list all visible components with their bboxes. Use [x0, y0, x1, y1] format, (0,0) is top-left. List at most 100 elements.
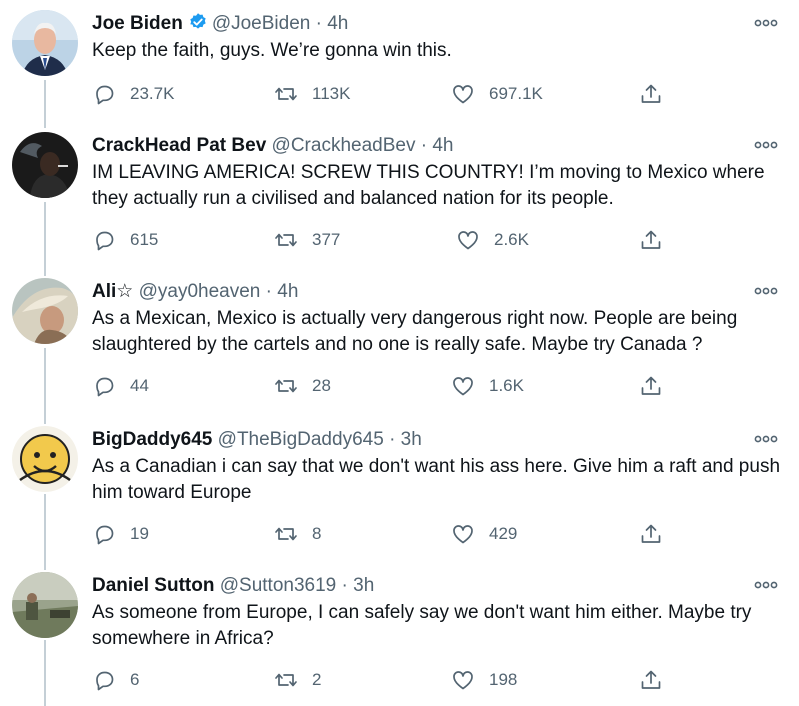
reply-count: 23.7K: [130, 84, 175, 103]
author-handle[interactable]: @yay0heaven: [139, 281, 261, 302]
tweet[interactable]: BigDaddy645 @TheBigDaddy645 · 3h As a Ca…: [0, 426, 799, 556]
tweet-text: Keep the faith, guys. We’re gonna win th…: [92, 40, 452, 61]
more-options-icon[interactable]: [754, 138, 778, 152]
avatar[interactable]: [12, 10, 78, 76]
more-options-icon[interactable]: [754, 284, 778, 298]
author-name[interactable]: Daniel Sutton: [92, 575, 214, 596]
like-button[interactable]: 1.6K: [451, 372, 524, 400]
author-name[interactable]: CrackHead Pat Bev: [92, 135, 266, 156]
retweet-count: 28: [312, 376, 331, 395]
timestamp[interactable]: 4h: [432, 135, 453, 156]
share-button[interactable]: [639, 520, 663, 548]
avatar[interactable]: [12, 132, 78, 198]
tweet-header: Joe Biden @JoeBiden · 4h: [92, 10, 348, 38]
more-options-icon[interactable]: [754, 578, 778, 592]
verified-badge-icon: [188, 12, 208, 32]
retweet-button[interactable]: 8: [274, 520, 321, 548]
like-count: 2.6K: [494, 230, 529, 249]
retweet-count: 8: [312, 524, 322, 543]
retweet-button[interactable]: 2: [274, 666, 321, 694]
avatar[interactable]: [12, 278, 78, 344]
reply-icon: [96, 671, 114, 691]
author-handle[interactable]: @Sutton3619: [220, 575, 337, 596]
share-icon: [641, 376, 661, 395]
author-handle[interactable]: @TheBigDaddy645: [218, 429, 384, 450]
reply-button[interactable]: 44: [92, 372, 149, 400]
tweet-header: BigDaddy645 @TheBigDaddy645 · 3h: [92, 426, 422, 454]
separator-dot: ·: [420, 135, 428, 156]
heart-icon: [453, 85, 473, 104]
avatar[interactable]: [12, 426, 78, 492]
tweet[interactable]: Ali☆ @yay0heaven · 4h As a Mexican, Mexi…: [0, 278, 799, 408]
share-button[interactable]: [639, 226, 663, 254]
reply-icon: [96, 377, 114, 397]
author-handle[interactable]: @CrackheadBev: [272, 135, 416, 156]
retweet-icon: [275, 233, 297, 247]
tweet[interactable]: Daniel Sutton @Sutton3619 · 3h As someon…: [0, 572, 799, 702]
share-icon: [641, 230, 661, 249]
share-button[interactable]: [639, 80, 663, 108]
tweet[interactable]: Joe Biden @JoeBiden · 4h Keep the faith, …: [0, 10, 799, 110]
retweet-button[interactable]: 28: [274, 372, 331, 400]
reply-icon: [96, 85, 114, 105]
like-button[interactable]: 198: [451, 666, 517, 694]
separator-dot: ·: [389, 429, 396, 450]
author-name[interactable]: Ali☆: [92, 281, 133, 302]
retweet-icon: [275, 673, 297, 687]
reply-button[interactable]: 6: [92, 666, 139, 694]
author-name[interactable]: Joe Biden: [92, 13, 183, 34]
retweet-button[interactable]: 377: [274, 226, 340, 254]
like-button[interactable]: 429: [451, 520, 517, 548]
reply-count: 615: [130, 230, 159, 249]
more-options-icon[interactable]: [754, 432, 778, 446]
like-count: 198: [489, 670, 518, 689]
share-button[interactable]: [639, 372, 663, 400]
avatar[interactable]: [12, 572, 78, 638]
retweet-icon: [275, 87, 297, 101]
timestamp[interactable]: 3h: [353, 575, 374, 596]
timestamp[interactable]: 4h: [277, 281, 298, 302]
action-bar: 23.7K 113K 697.1K: [92, 80, 692, 108]
tweet-header: Ali☆ @yay0heaven · 4h: [92, 278, 298, 306]
retweet-count: 2: [312, 670, 322, 689]
tweet[interactable]: CrackHead Pat Bev @CrackheadBev · 4h IM …: [0, 132, 799, 262]
separator-dot: ·: [341, 575, 348, 596]
separator-dot: ·: [265, 281, 272, 302]
retweet-button[interactable]: 113K: [274, 80, 350, 108]
reply-button[interactable]: 615: [92, 226, 158, 254]
tweet-header: CrackHead Pat Bev @CrackheadBev · 4h: [92, 132, 454, 160]
retweet-icon: [275, 379, 297, 393]
timestamp[interactable]: 3h: [401, 429, 422, 450]
reply-count: 6: [130, 670, 140, 689]
reply-button[interactable]: 23.7K: [92, 80, 174, 108]
tweet-text: IM LEAVING AMERICA! SCREW THIS COUNTRY! …: [92, 162, 765, 209]
tweet-text: As a Mexican, Mexico is actually very da…: [92, 308, 738, 355]
action-bar: 44 28 1.6K: [92, 372, 692, 400]
timestamp[interactable]: 4h: [327, 13, 348, 34]
retweet-count: 377: [312, 230, 341, 249]
like-count: 429: [489, 524, 518, 543]
reply-count: 44: [130, 376, 149, 395]
reply-button[interactable]: 19: [92, 520, 149, 548]
author-handle[interactable]: @JoeBiden: [212, 13, 311, 34]
tweet-text: As someone from Europe, I can safely say…: [92, 602, 752, 649]
heart-icon: [453, 377, 473, 396]
like-button[interactable]: 697.1K: [451, 80, 543, 108]
tweet-text: As a Canadian i can say that we don't wa…: [92, 456, 781, 503]
like-count: 697.1K: [489, 84, 543, 103]
action-bar: 615 377 2.6K: [92, 226, 692, 254]
heart-icon: [453, 671, 473, 690]
share-button[interactable]: [639, 666, 663, 694]
like-count: 1.6K: [489, 376, 524, 395]
reply-icon: [96, 231, 114, 251]
separator-dot: ·: [315, 13, 322, 34]
heart-icon: [458, 231, 478, 250]
action-bar: 6 2 198: [92, 666, 692, 694]
like-button[interactable]: 2.6K: [456, 226, 529, 254]
share-icon: [641, 670, 661, 689]
action-bar: 19 8 429: [92, 520, 692, 548]
more-options-icon[interactable]: [754, 16, 778, 30]
author-name[interactable]: BigDaddy645: [92, 429, 212, 450]
reply-count: 19: [130, 524, 149, 543]
heart-icon: [453, 525, 473, 544]
